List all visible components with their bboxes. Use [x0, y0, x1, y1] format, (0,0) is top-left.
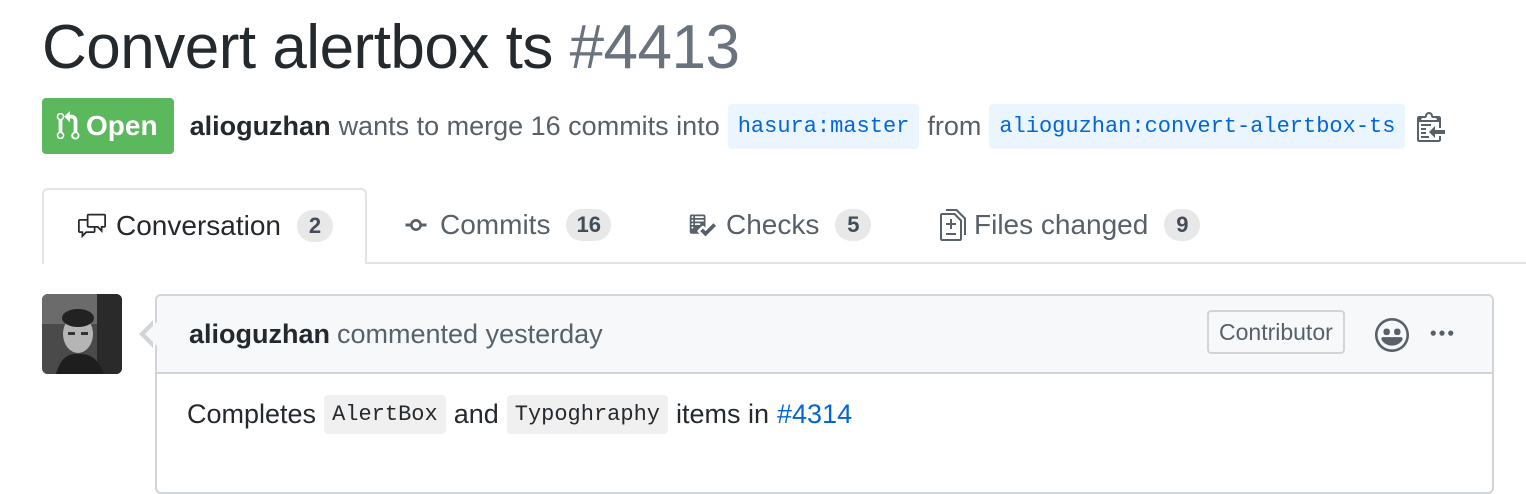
comment-timestamp[interactable]: commented yesterday	[337, 319, 603, 350]
state-badge: Open	[42, 98, 174, 154]
git-commit-icon	[405, 219, 427, 231]
smiley-icon	[1375, 318, 1409, 352]
tab-conversation[interactable]: Conversation 2	[42, 188, 367, 264]
tab-checks[interactable]: Checks 5	[686, 188, 872, 262]
comment-box: alioguzhan commented yesterday Contribut…	[139, 294, 1494, 494]
inline-code: AlertBox	[324, 394, 446, 434]
comment-body: Completes AlertBox and Typoghraphy items…	[157, 374, 1492, 454]
comment-header: alioguzhan commented yesterday Contribut…	[157, 296, 1492, 374]
comment-discussion-icon	[78, 213, 106, 239]
issue-link[interactable]: #4314	[777, 399, 852, 430]
pr-title: Convert alertbox ts #4413	[42, 12, 740, 84]
tab-counter: 16	[566, 209, 611, 241]
comment-author-link[interactable]: alioguzhan	[189, 319, 330, 350]
head-branch[interactable]: alioguzhan:convert-alertbox-ts	[989, 103, 1406, 149]
pr-number: #4413	[569, 13, 740, 82]
tab-label: Checks	[726, 209, 820, 240]
body-text-prefix: Completes	[187, 398, 317, 429]
tab-files-changed[interactable]: Files changed 9	[940, 188, 1201, 262]
comment-options-button[interactable]	[1427, 320, 1457, 355]
tab-label: Files changed	[974, 209, 1149, 240]
avatar[interactable]	[42, 294, 122, 374]
tab-counter: 2	[296, 210, 333, 242]
tab-counter: 5	[835, 209, 872, 241]
tab-commits[interactable]: Commits 16	[400, 188, 611, 262]
from-text: from	[927, 110, 982, 141]
inline-code: Typoghraphy	[506, 394, 668, 434]
pr-author-link[interactable]: alioguzhan	[190, 111, 331, 142]
clipboard-copy-button[interactable]	[1417, 110, 1446, 142]
add-reaction-button[interactable]	[1375, 318, 1409, 359]
tab-counter: 9	[1164, 209, 1201, 241]
tab-label: Conversation	[116, 210, 281, 241]
tab-label: Commits	[440, 209, 551, 240]
avatar-image	[42, 294, 122, 374]
body-text-and: and	[453, 398, 499, 429]
body-text-middle: items in	[675, 398, 770, 429]
checklist-icon	[689, 214, 716, 237]
git-pull-request-icon	[56, 111, 80, 140]
contributor-badge: Contributor	[1207, 310, 1345, 354]
kebab-horizontal-icon	[1430, 330, 1454, 336]
pr-title-text: Convert alertbox ts	[42, 13, 553, 82]
state-label: Open	[86, 110, 158, 141]
merge-text: wants to merge 16 commits into	[338, 110, 720, 141]
base-branch[interactable]: hasura:master	[727, 103, 920, 149]
clipboard-icon	[1417, 112, 1446, 142]
file-diff-icon	[940, 209, 966, 241]
pr-tabs: Conversation 2 Commits 16 Checks 5 Files…	[42, 188, 1526, 264]
pr-meta: Open alioguzhan wants to merge 16 commit…	[42, 98, 1446, 154]
